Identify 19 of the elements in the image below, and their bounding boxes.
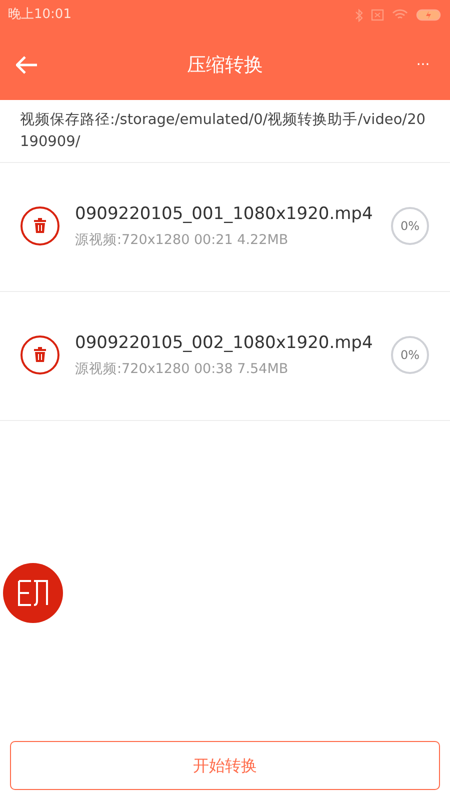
- battery-icon: [416, 9, 442, 21]
- wifi-icon: [392, 9, 408, 21]
- back-icon[interactable]: [16, 56, 38, 74]
- delete-icon[interactable]: [20, 206, 60, 246]
- page-title: 压缩转换: [187, 52, 263, 78]
- delete-icon[interactable]: [20, 335, 60, 375]
- progress-text: 0%: [400, 347, 420, 364]
- file-name: 0909220105_001_1080x1920.mp4: [75, 203, 374, 226]
- file-info: 源视频:720x1280 00:21 4.22MB: [75, 230, 290, 250]
- bluetooth-icon: [355, 8, 363, 22]
- file-name: 0909220105_002_1080x1920.mp4: [75, 332, 374, 356]
- status-time: 晚上10:01: [8, 6, 72, 24]
- sim-icon: [371, 9, 384, 21]
- more-button[interactable]: ···: [412, 54, 434, 76]
- progress-text: 0%: [400, 218, 420, 235]
- file-info: 源视频:720x1280 00:38 7.54MB: [75, 360, 290, 379]
- start-convert-button[interactable]: 开始转换: [10, 741, 440, 790]
- save-path-text: 视频保存路径:/storage/emulated/0/视频转换助手/video/20190909/: [20, 110, 427, 152]
- floating-logo-icon[interactable]: [3, 563, 63, 623]
